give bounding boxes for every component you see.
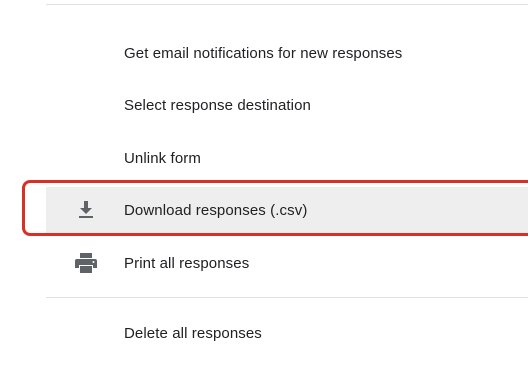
menu-item-email-notifications[interactable]: Get email notifications for new response… xyxy=(46,30,528,76)
download-icon xyxy=(74,198,98,222)
menu-item-label: Get email notifications for new response… xyxy=(124,44,403,62)
print-icon xyxy=(74,251,98,275)
menu-item-select-destination[interactable]: Select response destination xyxy=(46,82,528,128)
menu-divider xyxy=(46,297,528,298)
menu-item-label: Select response destination xyxy=(124,96,311,114)
menu-item-label: Unlink form xyxy=(124,149,201,167)
menu-item-label: Delete all responses xyxy=(124,324,262,342)
menu-item-delete-all[interactable]: Delete all responses xyxy=(46,310,528,356)
menu-item-download-csv[interactable]: Download responses (.csv) xyxy=(46,187,528,233)
menu-item-print-all[interactable]: Print all responses xyxy=(46,240,528,286)
menu-divider-top xyxy=(46,4,528,5)
menu-item-label: Download responses (.csv) xyxy=(124,201,308,219)
menu-item-label: Print all responses xyxy=(124,254,250,272)
responses-more-menu: Get email notifications for new response… xyxy=(0,0,528,375)
menu-item-unlink-form[interactable]: Unlink form xyxy=(46,135,528,181)
